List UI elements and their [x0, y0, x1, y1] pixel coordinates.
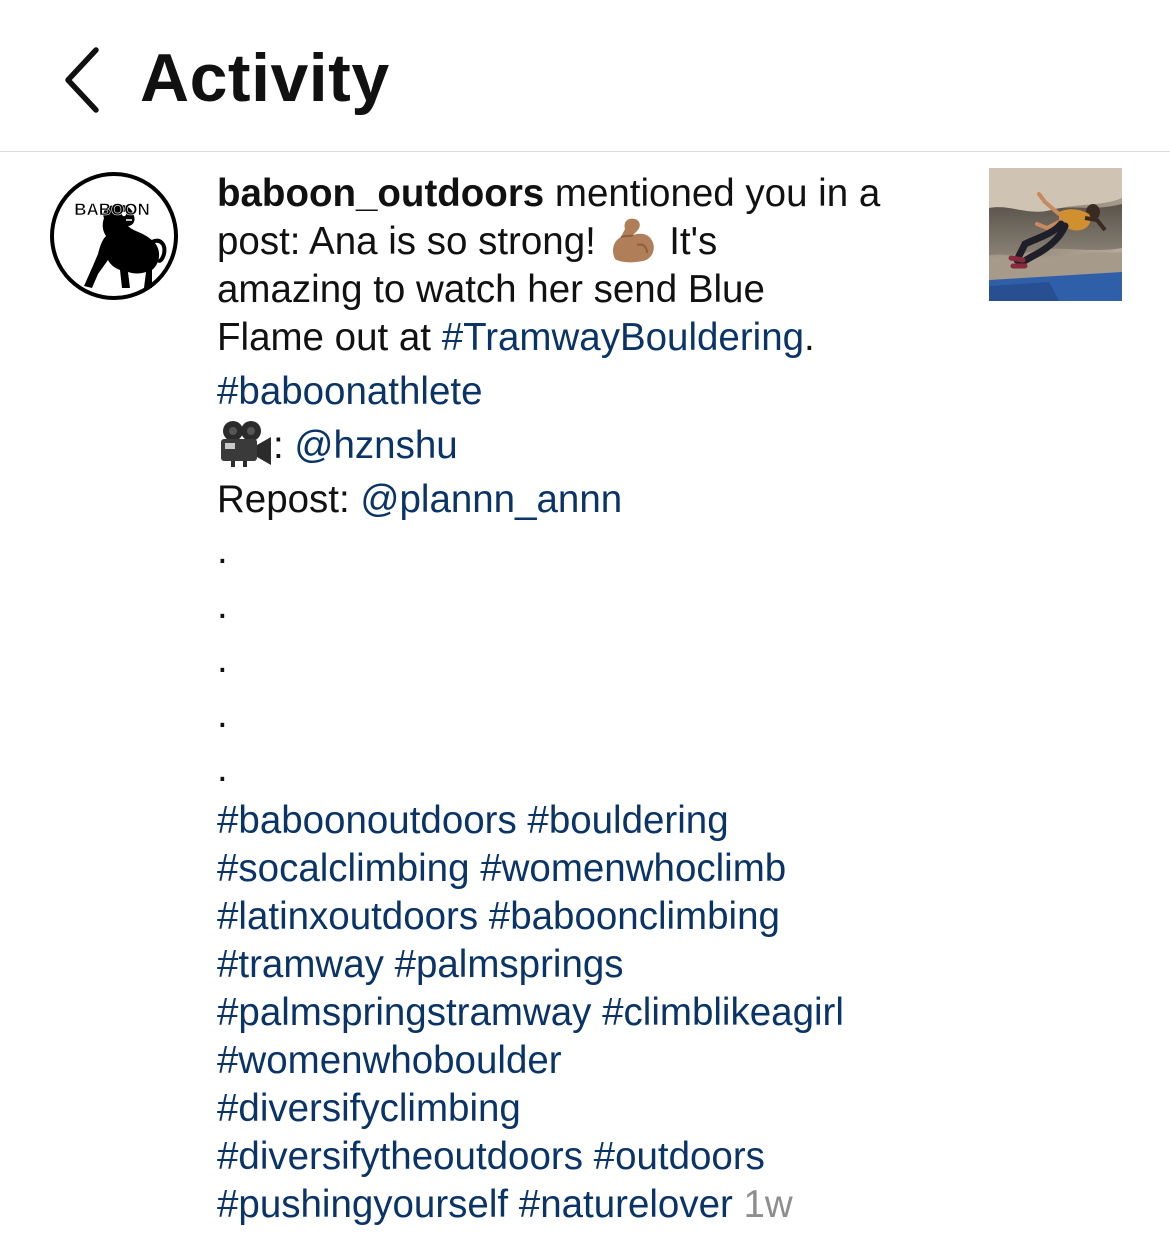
- username-link[interactable]: baboon_outdoors: [217, 172, 544, 215]
- separator-dot: .: [217, 529, 228, 572]
- notification-text-segment: Repost:: [217, 478, 361, 521]
- timestamp: 1w: [743, 1182, 793, 1226]
- notification-line-1: baboon_outdoors mentioned you in a: [217, 170, 977, 218]
- separator-dot: .: [217, 747, 228, 790]
- movie-camera-emoji-icon: [217, 420, 273, 469]
- page-title: Activity: [140, 40, 390, 116]
- notification-line-3: amazing to watch her send Blue: [217, 268, 765, 311]
- chevron-left-icon: [65, 47, 99, 113]
- hashtag-line[interactable]: #diversifyclimbing: [217, 1085, 977, 1133]
- notification-text-segment: mentioned you in a: [544, 172, 881, 215]
- separator-dot: .: [217, 692, 228, 736]
- back-button[interactable]: [52, 40, 116, 120]
- separator-dot: .: [217, 638, 228, 681]
- hashtag-link[interactable]: #TramwayBouldering: [442, 316, 804, 359]
- notification-line-6: : @hznshu: [217, 420, 977, 470]
- hashtag-line[interactable]: #palmspringstramway #climblikeagirl: [217, 989, 977, 1037]
- notification-line-5: #baboonathlete: [217, 368, 977, 416]
- avatar-brand-text: BABOON: [74, 200, 150, 219]
- post-thumbnail[interactable]: [989, 168, 1122, 301]
- hashtag-link[interactable]: #baboonathlete: [217, 370, 482, 413]
- notification-text: baboon_outdoors mentioned you in a post:…: [217, 170, 977, 1229]
- avatar[interactable]: BABOON: [48, 170, 180, 302]
- notification-text-segment: It's: [658, 220, 718, 263]
- hashtag-line[interactable]: #baboonoutdoors #bouldering: [217, 797, 977, 845]
- hashtag-line[interactable]: #womenwhoboulder: [217, 1037, 977, 1085]
- hashtag-line[interactable]: #latinxoutdoors #baboonclimbing: [217, 893, 977, 941]
- notification-text-segment: :: [273, 424, 295, 467]
- climber-photo-image: [989, 168, 1122, 301]
- notification-text-segment: post: Ana is so strong!: [217, 220, 607, 263]
- separator-dot: .: [217, 583, 228, 627]
- flexed-biceps-emoji-icon: [607, 218, 659, 263]
- mention-link[interactable]: @hznshu: [294, 424, 457, 467]
- hashtag-line[interactable]: #diversifytheoutdoors #outdoors: [217, 1133, 977, 1181]
- mention-link[interactable]: @plannn_annn: [360, 478, 622, 521]
- baboon-logo-icon: BABOON: [50, 172, 178, 300]
- notification-line-7: Repost: @plannn_annn: [217, 476, 977, 524]
- hashtag-line[interactable]: #tramway #palmsprings: [217, 941, 977, 989]
- notification-text-segment: Flame out at: [217, 316, 442, 359]
- notification-line-2: post: Ana is so strong! It's: [217, 218, 977, 266]
- header-bar: Activity: [0, 0, 1170, 152]
- hashtag-link[interactable]: #pushingyourself #naturelover: [217, 1183, 733, 1226]
- hashtag-line[interactable]: #socalclimbing #womenwhoclimb: [217, 845, 977, 893]
- notification-text-segment: .: [804, 316, 815, 359]
- hashtag-line-last: #pushingyourself #naturelover 1w: [217, 1181, 977, 1229]
- notification-line-4: Flame out at #TramwayBouldering.: [217, 314, 977, 362]
